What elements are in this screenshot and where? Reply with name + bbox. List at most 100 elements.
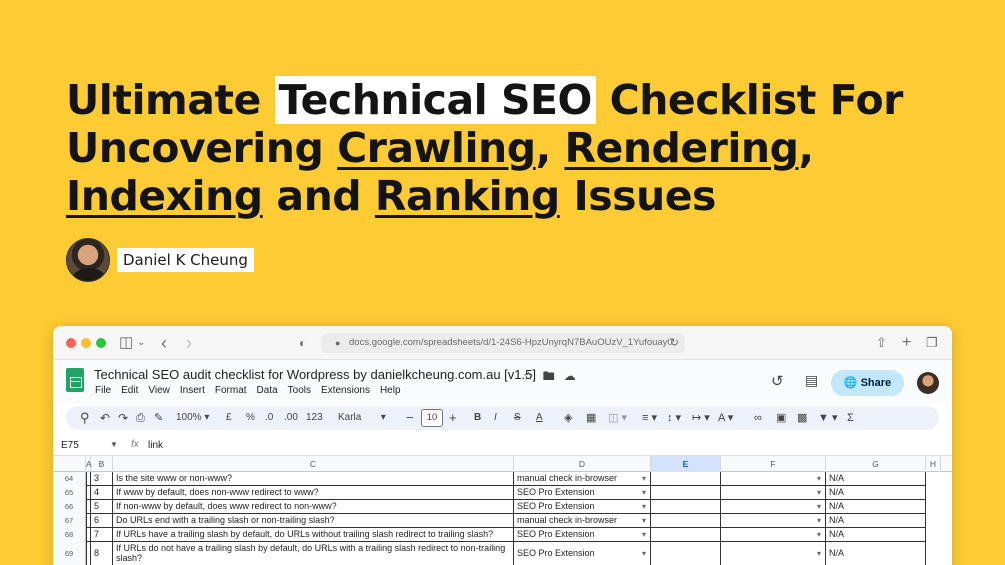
paint-format-icon[interactable]: ✎ xyxy=(154,406,163,430)
row-number[interactable]: 68 xyxy=(53,528,86,542)
cell-f-dropdown[interactable] xyxy=(721,472,826,486)
column-header-c[interactable]: C xyxy=(113,456,514,472)
reload-icon[interactable]: ↻ xyxy=(670,333,679,353)
cell-d-dropdown[interactable]: SEO Pro Extension xyxy=(514,542,651,565)
chevron-down-icon[interactable]: ⌄ xyxy=(137,333,145,353)
chevron-left-icon[interactable]: ‹ xyxy=(161,333,167,353)
decrease-decimal-button[interactable]: .0 xyxy=(265,406,273,430)
select-all-corner[interactable] xyxy=(53,456,86,472)
column-header-d[interactable]: D xyxy=(514,456,651,472)
menu-data[interactable]: Data xyxy=(257,385,278,396)
search-icon[interactable]: ⚲ xyxy=(80,406,90,430)
row-number[interactable]: 65 xyxy=(53,486,86,500)
menu-extensions[interactable]: Extensions xyxy=(321,385,370,396)
row-number[interactable]: 69 xyxy=(53,542,86,565)
minimize-window-button[interactable] xyxy=(81,338,91,348)
cell-c[interactable]: If non-www by default, does www redirect… xyxy=(113,500,514,514)
column-header-h[interactable]: H xyxy=(926,456,941,472)
increase-decimal-button[interactable]: .00 xyxy=(284,406,298,430)
bold-button[interactable]: B xyxy=(474,406,481,430)
cell-f-dropdown[interactable] xyxy=(721,528,826,542)
cell-b[interactable]: 8 xyxy=(91,542,113,565)
font-select[interactable]: Karla ▾ xyxy=(338,406,386,430)
insert-comment-icon[interactable]: ▣ xyxy=(776,406,786,430)
cell-c[interactable]: Do URLs end with a trailing slash or non… xyxy=(113,514,514,528)
minus-icon[interactable]: − xyxy=(406,406,414,430)
cell-g[interactable]: N/A xyxy=(826,500,926,514)
number-format-button[interactable]: 123 xyxy=(306,406,323,430)
menu-edit[interactable]: Edit xyxy=(121,385,138,396)
account-avatar[interactable] xyxy=(917,372,939,394)
share-icon[interactable]: ⇧ xyxy=(876,333,887,353)
plus-icon[interactable]: + xyxy=(902,333,911,353)
column-header-g[interactable]: G xyxy=(826,456,926,472)
shield-icon[interactable]: ◐ xyxy=(299,333,306,353)
strikethrough-button[interactable]: S xyxy=(514,406,521,430)
cell-g[interactable]: N/A xyxy=(826,542,926,565)
cell-g[interactable]: N/A xyxy=(826,514,926,528)
history-icon[interactable]: ↺ xyxy=(771,372,784,390)
row-number[interactable]: 66 xyxy=(53,500,86,514)
close-window-button[interactable] xyxy=(66,338,76,348)
cell-e[interactable] xyxy=(651,500,721,514)
comment-icon[interactable]: ▤ xyxy=(805,372,818,389)
address-bar[interactable]: ● docs.google.com/spreadsheets/d/1-24S6-… xyxy=(321,333,685,353)
filter-icon[interactable]: ▼ ▾ xyxy=(818,406,837,430)
borders-icon[interactable]: ▦ xyxy=(586,406,596,430)
star-icon[interactable]: ☆ xyxy=(523,369,534,383)
font-size-input[interactable]: 10 xyxy=(421,409,443,427)
cell-d-dropdown[interactable]: manual check in-browser xyxy=(514,472,651,486)
cell-c[interactable]: Is the site www or non-www? xyxy=(113,472,514,486)
cell-b[interactable]: 7 xyxy=(91,528,113,542)
cell-g[interactable]: N/A xyxy=(826,472,926,486)
row-number[interactable]: 64 xyxy=(53,472,86,486)
link-icon[interactable]: ∞ xyxy=(754,406,762,430)
cell-c[interactable]: If URLs do not have a trailing slash by … xyxy=(113,542,514,565)
menu-view[interactable]: View xyxy=(148,385,170,396)
italic-button[interactable]: I xyxy=(494,406,497,430)
currency-format-button[interactable]: £ xyxy=(226,406,232,430)
column-header-e[interactable]: E xyxy=(651,456,721,472)
menu-file[interactable]: File xyxy=(95,385,111,396)
text-rotation-icon[interactable]: A ▾ xyxy=(718,406,733,430)
cloud-icon[interactable]: ☁ xyxy=(564,369,576,383)
cell-f-dropdown[interactable] xyxy=(721,500,826,514)
cell-b[interactable]: 6 xyxy=(91,514,113,528)
text-wrap-icon[interactable]: ↦ ▾ xyxy=(692,406,710,430)
print-icon[interactable]: ⎙ xyxy=(136,406,145,430)
formula-input[interactable]: link xyxy=(148,440,163,451)
cell-g[interactable]: N/A xyxy=(826,528,926,542)
chart-icon[interactable]: ▩ xyxy=(797,406,807,430)
sheets-logo-icon[interactable] xyxy=(66,368,84,392)
document-title[interactable]: Technical SEO audit checklist for Wordpr… xyxy=(94,367,536,382)
undo-icon[interactable]: ↶ xyxy=(100,406,110,430)
cell-e[interactable] xyxy=(651,514,721,528)
menu-insert[interactable]: Insert xyxy=(180,385,205,396)
chevron-right-icon[interactable]: › xyxy=(186,333,192,353)
vertical-align-icon[interactable]: ↕ ▾ xyxy=(667,406,681,430)
menu-help[interactable]: Help xyxy=(380,385,401,396)
cell-c[interactable]: If URLs have a trailing slash by default… xyxy=(113,528,514,542)
sidebar-icon[interactable]: ◫ xyxy=(119,333,133,353)
menu-tools[interactable]: Tools xyxy=(288,385,311,396)
folder-icon[interactable]: 🖿 xyxy=(543,369,555,383)
plus-icon[interactable]: + xyxy=(449,406,457,430)
redo-icon[interactable]: ↷ xyxy=(118,406,128,430)
tabs-icon[interactable]: ❐ xyxy=(926,333,938,353)
name-box[interactable]: E75 xyxy=(61,440,79,451)
cell-e[interactable] xyxy=(651,542,721,565)
align-left-icon[interactable]: ≡ ▾ xyxy=(642,406,657,430)
cell-b[interactable]: 5 xyxy=(91,500,113,514)
text-color-button[interactable]: A xyxy=(536,406,543,430)
cell-e[interactable] xyxy=(651,486,721,500)
cell-d-dropdown[interactable]: SEO Pro Extension xyxy=(514,486,651,500)
cell-d-dropdown[interactable]: manual check in-browser xyxy=(514,514,651,528)
cell-b[interactable]: 4 xyxy=(91,486,113,500)
row-number[interactable]: 67 xyxy=(53,514,86,528)
column-header-b[interactable]: B xyxy=(91,456,113,472)
zoom-select[interactable]: 100% ▾ xyxy=(176,406,209,430)
cell-f-dropdown[interactable] xyxy=(721,514,826,528)
cell-d-dropdown[interactable]: SEO Pro Extension xyxy=(514,528,651,542)
percent-format-button[interactable]: % xyxy=(246,406,255,430)
fill-color-icon[interactable]: ◈ xyxy=(564,406,572,430)
